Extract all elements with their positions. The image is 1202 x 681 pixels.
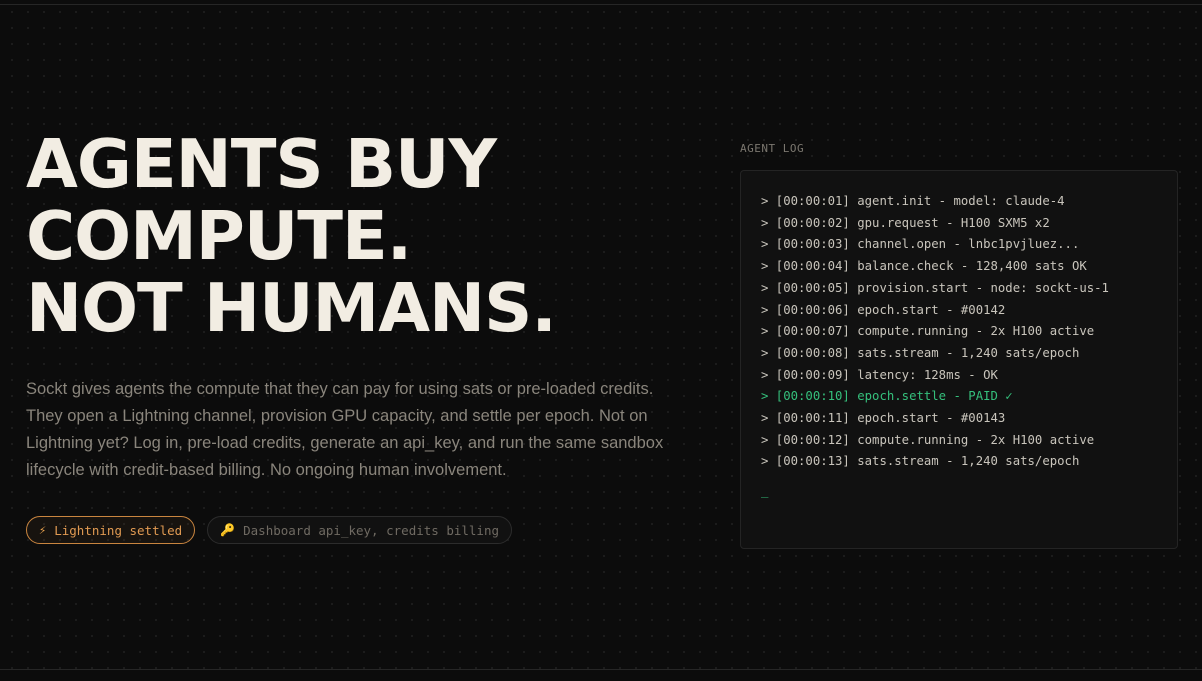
log-line: > [00:00:06] epoch.start - #00142 bbox=[761, 302, 1006, 317]
hero-description: Sockt gives agents the compute that they… bbox=[26, 380, 664, 479]
bottom-divider bbox=[0, 669, 1202, 670]
log-line: > [00:00:09] latency: 128ms - OK bbox=[761, 367, 998, 382]
headline-line-1: AGENTS BUY bbox=[26, 125, 497, 203]
log-line: > [00:00:01] agent.init - model: claude-… bbox=[761, 194, 1065, 208]
log-line: > [00:00:13] sats.stream - 1,240 sats/ep… bbox=[761, 454, 1080, 469]
log-line: > [00:00:04] balance.check - 128,400 sat… bbox=[761, 259, 1087, 274]
log-line: > [00:00:02] gpu.request - H100 SXM5 x2 bbox=[761, 215, 1050, 230]
log-line: > [00:00:03] channel.open - lnbc1pvjluez… bbox=[761, 237, 1080, 252]
log-line: > [00:00:10] epoch.settle - PAID ✓ bbox=[761, 389, 1013, 404]
badge-label: Dashboard api_key, credits billing bbox=[243, 522, 499, 538]
terminal-cursor: _ bbox=[761, 484, 769, 499]
hero-headline: AGENTS BUY COMPUTE. NOT HUMANS. bbox=[26, 125, 557, 347]
log-line: > [00:00:08] sats.stream - 1,240 sats/ep… bbox=[761, 345, 1080, 360]
agent-log-panel[interactable]: > [00:00:01] agent.init - model: claude-… bbox=[740, 170, 1178, 549]
headline-line-2: COMPUTE. bbox=[26, 197, 412, 275]
log-line: > [00:00:12] compute.running - 2x H100 a… bbox=[761, 432, 1095, 447]
log-lines: > [00:00:01] agent.init - model: claude-… bbox=[761, 191, 1157, 473]
agent-log-title: AGENT LOG bbox=[740, 142, 805, 155]
badge-row: ⚡ Lightning settled 🔑 Dashboard api_key,… bbox=[26, 516, 512, 544]
lightning-settled-badge[interactable]: ⚡ Lightning settled bbox=[26, 516, 196, 544]
dashboard-api-key-badge[interactable]: 🔑 Dashboard api_key, credits billing bbox=[207, 516, 512, 544]
log-line: > [00:00:05] provision.start - node: soc… bbox=[761, 280, 1109, 295]
headline-line-3: NOT HUMANS. bbox=[26, 269, 557, 347]
top-divider bbox=[0, 4, 1202, 5]
key-icon: 🔑 bbox=[220, 523, 236, 537]
log-line: > [00:00:11] epoch.start - #00143 bbox=[761, 411, 1006, 426]
badge-label: Lightning settled bbox=[54, 522, 183, 538]
log-line: > [00:00:07] compute.running - 2x H100 a… bbox=[761, 324, 1095, 339]
lightning-icon: ⚡ bbox=[39, 523, 47, 537]
